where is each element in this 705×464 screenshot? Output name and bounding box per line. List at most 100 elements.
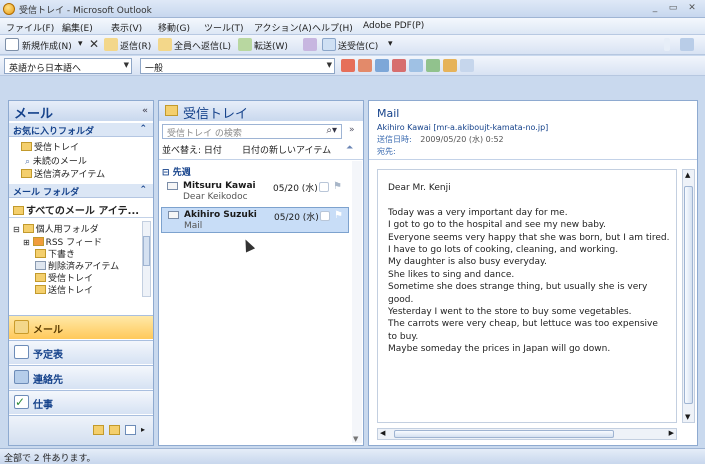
sort-order[interactable]: 日付の新しいアイテム [242, 143, 331, 156]
menu-actions[interactable]: アクション(A) [254, 21, 312, 34]
tasks-icon: ✓ [14, 395, 29, 409]
category-icon[interactable] [320, 211, 330, 221]
message-row-selected[interactable]: Akihiro Suzuki Mail 05/20 (水) ⚑ [161, 207, 349, 233]
favorites-header[interactable]: お気に入りフォルダ ⌃ [9, 123, 153, 137]
group-label: 先週 [172, 168, 191, 178]
body-vertical-scrollbar[interactable]: ▲ ▼ [682, 169, 695, 423]
delete-icon[interactable]: ✕ [89, 37, 99, 51]
new-button[interactable]: 新規作成(N) [22, 39, 72, 52]
tree-personal-folders[interactable]: ⊟ 個人用フォルダ [13, 222, 99, 235]
folder-icon [35, 249, 46, 258]
chevron-up-icon[interactable]: ⌃ [139, 124, 147, 134]
zoom-icon[interactable] [409, 59, 423, 72]
nav-shortcut-bar: ▸ [9, 415, 153, 445]
general-combo-value: 一般 [145, 64, 164, 74]
expand-tree-icon[interactable]: ⊞ [23, 238, 30, 247]
send-receive-button[interactable]: 送受信(C) [338, 39, 378, 52]
all-mail-items[interactable]: すべてのメール アイテ... [13, 202, 139, 217]
body-horizontal-scrollbar[interactable]: ◀ ▶ [377, 428, 677, 440]
message-row[interactable]: Mitsuru Kawai Dear Keikodoc 05/20 (水) ⚑ [161, 179, 349, 205]
tree-scroll-thumb[interactable] [143, 236, 150, 266]
tree-outbox[interactable]: 送信トレイ [35, 283, 93, 296]
nav-calendar-button[interactable]: 予定表 [9, 340, 153, 364]
collapse-icon[interactable]: « [142, 106, 148, 116]
refresh-icon[interactable] [443, 59, 457, 72]
menu-help[interactable]: ヘルプ(H) [312, 21, 353, 34]
reply-icon [104, 38, 118, 51]
flag-icon[interactable]: ⚑ [333, 181, 342, 192]
toolbar-options-icon[interactable] [680, 38, 694, 51]
list-scrollbar[interactable]: ▼ [352, 161, 362, 443]
chevron-up-icon[interactable]: ⌃ [139, 185, 147, 195]
vertical-scroll-thumb[interactable] [684, 186, 693, 404]
group-header[interactable]: ⊟ 先週 [162, 165, 191, 178]
inbox-folder-icon [165, 105, 178, 116]
thesaurus-icon[interactable] [375, 59, 389, 72]
reply-all-button[interactable]: 全員へ返信(L) [174, 39, 231, 52]
search-icon[interactable]: ⌕▾ [326, 125, 337, 136]
maximize-button[interactable]: ▭ [666, 2, 680, 15]
search-input[interactable]: 受信トレイ の検索 ⌕▾ [162, 124, 342, 139]
chevron-down-icon: ▼ [326, 61, 332, 69]
folder-list-icon[interactable] [109, 425, 120, 435]
scroll-down-icon[interactable]: ▼ [685, 413, 690, 421]
menu-tools[interactable]: ツール(T) [204, 21, 244, 34]
favorite-inbox[interactable]: 受信トレイ [21, 140, 79, 153]
horizontal-scroll-thumb[interactable] [394, 430, 614, 438]
tree-scrollbar[interactable] [142, 221, 151, 297]
flag-icon[interactable]: ⚑ [334, 210, 343, 221]
expand-search-icon[interactable]: » [349, 125, 355, 135]
scroll-down-icon[interactable]: ▼ [353, 435, 358, 443]
menu-view[interactable]: 表示(V) [111, 21, 142, 34]
close-button[interactable]: ✕ [685, 2, 699, 15]
mail-icon [14, 320, 29, 334]
help-icon[interactable] [460, 59, 474, 72]
menu-edit[interactable]: 編集(E) [62, 21, 93, 34]
translate-combo[interactable]: 英語から日本語へ ▼ [4, 58, 132, 74]
general-combo[interactable]: 一般 ▼ [140, 58, 335, 74]
body-line: Today was a very important day for me. [388, 207, 568, 218]
reading-pane: Mail Akihiro Kawai [mr-a.akiboujt-kamata… [368, 100, 698, 446]
message-list-pane: 受信トレイ 受信トレイ の検索 ⌕▾ » 並べ替え: 日付 日付の新しいアイテム… [158, 100, 364, 446]
scroll-up-icon[interactable]: ▲ [685, 171, 690, 179]
list-header: 受信トレイ [159, 101, 363, 122]
favorite-unread[interactable]: ⌕ 未読のメール [25, 154, 87, 167]
find-icon[interactable] [392, 59, 406, 72]
notes-icon[interactable] [93, 425, 104, 435]
translate-icon[interactable] [341, 59, 355, 72]
configure-buttons-icon[interactable]: ▸ [141, 425, 145, 434]
dictionary-icon[interactable] [358, 59, 372, 72]
nav-contacts-button[interactable]: 連絡先 [9, 365, 153, 389]
print-icon[interactable] [303, 38, 317, 51]
message-sender[interactable]: Akihiro Kawai [mr-a.akiboujt-kamata-no.j… [377, 123, 548, 132]
shortcuts-icon[interactable] [125, 425, 136, 435]
nav-tasks-button[interactable]: ✓ 仕事 [9, 390, 153, 414]
collapse-tree-icon[interactable]: ⊟ [13, 225, 20, 234]
sort-direction-icon[interactable]: ⏶ [346, 143, 353, 153]
sort-row[interactable]: 並べ替え: 日付 日付の新しいアイテム ⏶ [162, 143, 362, 157]
standard-toolbar: 新規作成(N) ▾ ✕ 返信(R) 全員へ返信(L) 転送(W) 送受信(C) … [0, 35, 705, 55]
category-icon[interactable] [319, 182, 329, 192]
favorite-sent[interactable]: 送信済みアイテム [21, 167, 105, 180]
reply-button[interactable]: 返信(R) [120, 39, 151, 52]
menu-go[interactable]: 移動(G) [158, 21, 190, 34]
nav-header-title: メール [14, 107, 54, 122]
send-receive-dropdown-icon[interactable]: ▾ [388, 39, 393, 49]
menu-adobe-pdf[interactable]: Adobe PDF(P) [363, 21, 424, 31]
nav-mail-button[interactable]: メール [9, 315, 153, 339]
minimize-button[interactable]: _ [648, 2, 662, 15]
scroll-left-icon[interactable]: ◀ [380, 429, 385, 437]
mail-folders-header[interactable]: メール フォルダ ⌃ [9, 184, 153, 198]
body-line [388, 194, 668, 206]
forward-button[interactable]: 転送(W) [254, 39, 288, 52]
sort-label: 並べ替え: 日付 [162, 146, 222, 156]
menu-file[interactable]: ファイル(F) [6, 21, 54, 34]
to-label: 宛先: [377, 147, 396, 156]
message-body[interactable]: Dear Mr. Kenji Today was a very importan… [377, 169, 677, 423]
menu-bar: ファイル(F) 編集(E) 表示(V) 移動(G) ツール(T) アクション(A… [0, 18, 705, 35]
favorite-sent-label: 送信済みアイテム [34, 170, 106, 180]
settings-icon[interactable] [426, 59, 440, 72]
scroll-right-icon[interactable]: ▶ [669, 429, 674, 437]
collapse-group-icon[interactable]: ⊟ [162, 168, 170, 178]
new-dropdown-icon[interactable]: ▾ [78, 39, 83, 49]
